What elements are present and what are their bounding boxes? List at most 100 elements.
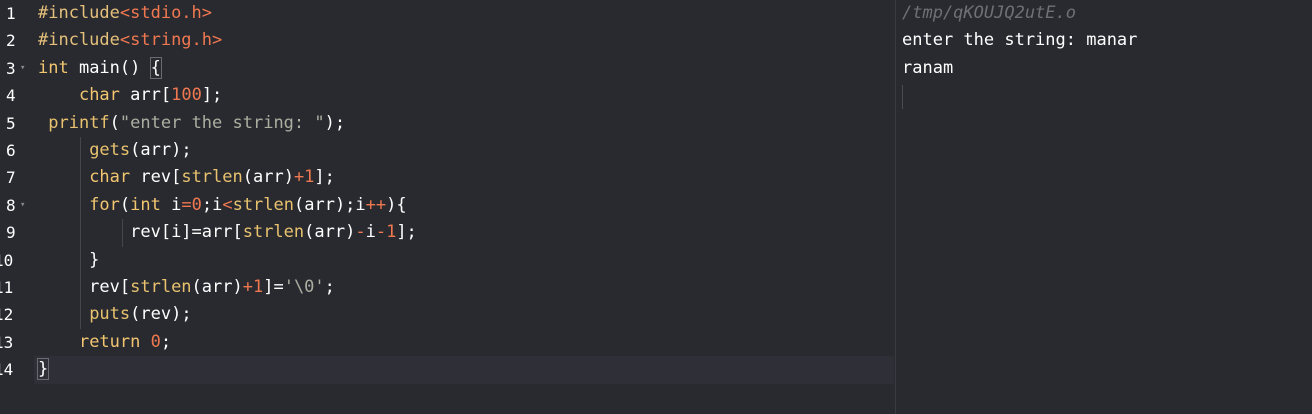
line-number-gutter: 123▾45678▾91011121314: [0, 0, 34, 414]
code-area[interactable]: #include<stdio.h> #include<string.h> int m…: [34, 0, 894, 414]
code-token: ++: [365, 194, 387, 215]
line-number-label: 4: [6, 86, 16, 106]
indent-guide: [122, 219, 123, 247]
line-number: 10: [0, 247, 34, 274]
code-token: arr[: [119, 85, 172, 106]
code-token: <string.h>: [119, 30, 223, 51]
code-line[interactable]: gets(arr);: [38, 137, 894, 164]
code-line[interactable]: }: [38, 247, 894, 274]
code-line[interactable]: printf("enter the string: ");: [38, 110, 894, 137]
code-token: strlen: [242, 222, 305, 243]
code-token: rev[: [130, 167, 182, 188]
code-token: (arr);i: [294, 194, 366, 215]
code-line[interactable]: rev[i]=arr[strlen(arr)-i-1];: [38, 219, 894, 246]
code-token: (arr): [304, 222, 356, 243]
line-number-label: 1: [6, 4, 16, 23]
line-number-label: 14: [0, 360, 14, 380]
code-token: char: [78, 85, 120, 106]
line-number-label: 13: [0, 332, 14, 352]
code-token: ){: [386, 194, 407, 215]
line-number: 14: [0, 356, 34, 383]
line-number: 7: [0, 164, 34, 191]
code-token: (: [109, 112, 120, 133]
code-token: =0: [181, 194, 202, 215]
output-file-path: /tmp/qKOUJQ2utE.o: [902, 3, 1076, 23]
line-number-label: 6: [6, 141, 16, 160]
code-token: ;: [160, 331, 172, 352]
code-token: +1: [242, 277, 264, 297]
code-line[interactable]: puts(rev);: [38, 301, 894, 328]
code-token: "enter the string: ": [119, 112, 325, 133]
code-token: return: [78, 331, 141, 352]
code-token: (arr): [242, 167, 294, 188]
line-number: 12: [0, 301, 34, 328]
code-line[interactable]: #include<string.h>: [38, 27, 894, 54]
code-token: strlen: [181, 167, 243, 188]
code-token: (rev);: [130, 304, 192, 325]
code-token: +1: [293, 167, 315, 188]
code-token: (arr): [191, 277, 243, 297]
output-line: enter the string: manar: [902, 30, 1138, 51]
line-number: 11: [0, 274, 34, 301]
line-number-label: 5: [6, 113, 16, 133]
code-token: ];: [314, 167, 335, 188]
line-number-label: 7: [6, 168, 16, 188]
fold-arrow-icon[interactable]: ▾: [20, 55, 30, 82]
line-number: 9: [0, 219, 34, 246]
code-token: 100: [171, 85, 202, 106]
fold-arrow-icon[interactable]: ▾: [20, 192, 30, 219]
code-token: main(): [68, 57, 151, 78]
line-number-label: 11: [0, 278, 14, 297]
code-line[interactable]: rev[strlen(arr)+1]='\0';: [38, 274, 894, 301]
code-line[interactable]: return 0;: [38, 329, 894, 356]
line-number: 8 ▾: [0, 192, 34, 219]
code-line[interactable]: }: [34, 356, 894, 384]
code-token: ];: [396, 222, 417, 243]
code-token: puts: [89, 304, 131, 325]
line-number-label: 10: [0, 250, 14, 270]
line-number: 1: [0, 0, 34, 27]
code-token: -: [355, 222, 366, 243]
code-line[interactable]: char rev[strlen(arr)+1];: [38, 164, 894, 191]
line-number-label: 9: [6, 223, 16, 243]
line-number-label: 3: [6, 58, 16, 78]
line-number: 6: [0, 137, 34, 164]
code-token: '\0': [283, 277, 325, 297]
terminal-cursor[interactable]: [902, 85, 903, 109]
line-number: 4: [0, 82, 34, 109]
code-line[interactable]: int main() {: [38, 55, 894, 82]
code-token: 0: [150, 331, 161, 352]
indent-guide: [80, 137, 81, 329]
line-number-label: 12: [0, 305, 14, 325]
code-line[interactable]: for(int i=0;i<strlen(arr);i++){: [38, 192, 894, 219]
code-token: rev[i]=arr[: [130, 222, 243, 243]
code-line[interactable]: #include<stdio.h>: [38, 0, 894, 27]
line-number-label: 8: [6, 195, 16, 215]
line-number: 5: [0, 110, 34, 137]
output-line: ranam: [902, 57, 954, 78]
code-token: char: [89, 167, 131, 188]
code-editor[interactable]: 123▾45678▾91011121314 #include<stdio.h>#…: [0, 0, 894, 414]
line-number: 3 ▾: [0, 55, 34, 82]
output-panel: /tmp/qKOUJQ2utE.o enter the string: mana…: [895, 0, 1312, 414]
code-token: printf: [48, 112, 110, 133]
code-token: }: [38, 249, 100, 270]
code-token: #include: [38, 3, 120, 23]
line-number: 13: [0, 329, 34, 356]
code-line[interactable]: char arr[100];: [38, 82, 894, 109]
code-token: rev[: [38, 277, 131, 297]
code-token: int: [130, 194, 161, 215]
code-token: i: [365, 222, 376, 243]
code-token: }: [36, 358, 50, 381]
code-token: ;i: [201, 194, 223, 215]
code-token: ;: [324, 277, 335, 297]
code-token: int: [38, 57, 69, 78]
code-token: strlen: [130, 277, 192, 297]
code-token: for: [89, 194, 120, 215]
